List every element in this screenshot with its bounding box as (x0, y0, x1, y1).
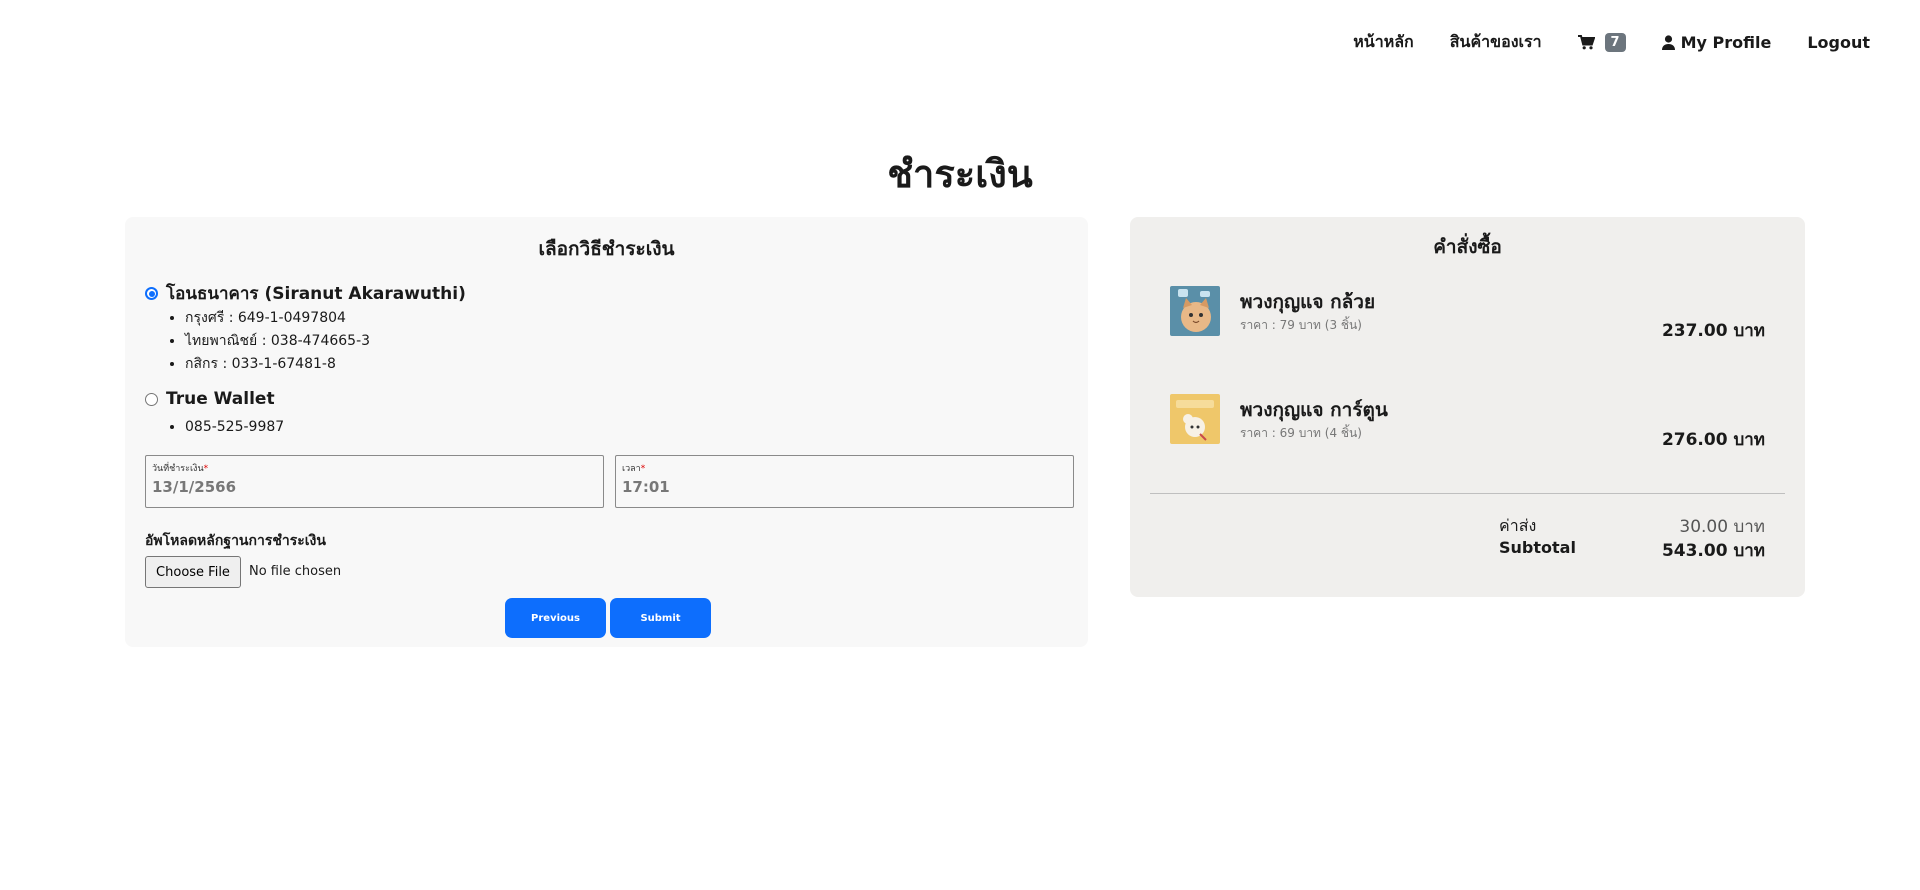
payment-time-label-text: เวลา (622, 464, 641, 474)
nav-products-label: สินค้าของเรา (1449, 32, 1542, 51)
previous-button[interactable]: Previous (505, 598, 606, 638)
item-price-detail: ราคา : 79 บาท (3 ชิ้น) (1240, 318, 1362, 332)
payment-date-label: วันที่ชำระเงิน* (152, 461, 208, 475)
method-bank-transfer-label: โอนธนาคาร (Siranut Akarawuthi) (166, 284, 466, 304)
payment-time-field[interactable]: เวลา* 17:01 (615, 455, 1074, 508)
cart-icon (1577, 35, 1595, 50)
nav-home-label: หน้าหลัก (1353, 32, 1414, 51)
payment-date-field[interactable]: วันที่ชำระเงิน* 13/1/2566 (145, 455, 604, 508)
product-image-cartoon-keychain (1170, 394, 1220, 444)
choose-file-button[interactable]: Choose File (145, 556, 241, 588)
page-title: ชำระเงิน (887, 152, 1033, 196)
summary-divider (1150, 493, 1785, 494)
item-total: 276.00 บาท (1661, 430, 1765, 450)
user-icon (1661, 35, 1675, 50)
order-panel-title: คำสั่งซื้อ (1433, 236, 1502, 258)
nav-profile-label: My Profile (1680, 33, 1772, 52)
radio-true-wallet[interactable] (145, 392, 158, 406)
nav-home-link[interactable]: หน้าหลัก (1353, 30, 1414, 55)
required-mark: * (203, 464, 209, 474)
payment-panel-title: เลือกวิธีชำระเงิน (538, 238, 675, 260)
order-summary-panel: คำสั่งซื้อ พวงกุญแจ กล้วย ราคา : 79 บาท … (1130, 217, 1805, 597)
list-item: กรุงศรี : 649-1-0497804 (185, 307, 370, 330)
payment-time-value: 17:01 (622, 478, 670, 496)
product-image-banana-keychain (1170, 286, 1220, 336)
shipping-value: 30.00 บาท (1679, 517, 1765, 537)
nav-logout-label: Logout (1807, 33, 1870, 52)
method-true-wallet[interactable]: True Wallet (145, 389, 275, 409)
list-item: กสิกร : 033-1-67481-8 (185, 353, 370, 376)
bank-account-list: กรุงศรี : 649-1-0497804 ไทยพาณิชย์ : 038… (185, 307, 370, 376)
nav-logout-link[interactable]: Logout (1807, 33, 1870, 52)
subtotal-label: Subtotal (1499, 538, 1576, 557)
item-price-detail: ราคา : 69 บาท (4 ชิ้น) (1240, 426, 1362, 440)
item-total: 237.00 บาท (1661, 321, 1765, 341)
nav-products-link[interactable]: สินค้าของเรา (1450, 30, 1542, 55)
shipping-label: ค่าส่ง (1499, 516, 1537, 535)
top-nav: หน้าหลัก สินค้าของเรา 7 My Profile Logou… (1317, 30, 1870, 55)
list-item: 085-525-9987 (185, 416, 284, 439)
radio-bank-transfer[interactable] (145, 287, 158, 300)
method-bank-transfer[interactable]: โอนธนาคาร (Siranut Akarawuthi) (145, 280, 466, 307)
file-status-text: No file chosen (249, 564, 342, 579)
item-name: พวงกุญแจ กล้วย (1240, 291, 1376, 313)
upload-proof-label: อัพโหลดหลักฐานการชำระเงิน (145, 533, 326, 549)
wallet-account-list: 085-525-9987 (185, 416, 284, 439)
required-mark: * (640, 464, 646, 474)
subtotal-value: 543.00 บาท (1661, 541, 1765, 561)
cart-count-badge: 7 (1604, 33, 1626, 52)
nav-cart-link[interactable]: 7 (1577, 33, 1626, 52)
payment-panel: เลือกวิธีชำระเงิน โอนธนาคาร (Siranut Aka… (125, 217, 1088, 647)
method-true-wallet-label: True Wallet (166, 389, 275, 409)
payment-date-value: 13/1/2566 (152, 478, 237, 496)
item-name: พวงกุญแจ การ์ตูน (1240, 399, 1388, 421)
list-item: ไทยพาณิชย์ : 038-474665-3 (185, 330, 370, 353)
submit-button[interactable]: Submit (610, 598, 711, 638)
nav-profile-link[interactable]: My Profile (1661, 33, 1772, 52)
payment-date-label-text: วันที่ชำระเงิน (152, 464, 204, 474)
payment-time-label: เวลา* (622, 461, 645, 475)
